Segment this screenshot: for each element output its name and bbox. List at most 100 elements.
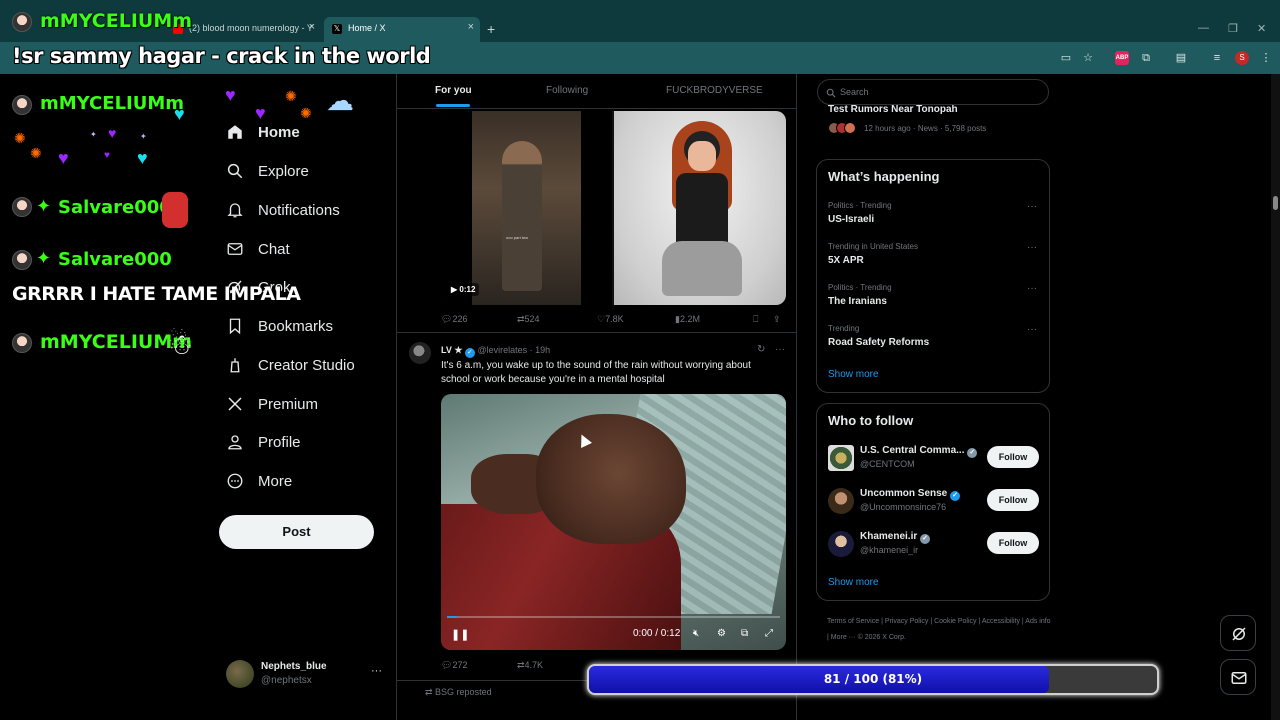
verified-badge-icon: ✓: [950, 491, 961, 501]
like-button[interactable]: ♡ 7.8K: [597, 314, 624, 325]
repost-button[interactable]: ⇄ 524: [517, 314, 540, 325]
follow-suggestion-name[interactable]: Uncommon Sense ✓: [860, 488, 961, 501]
show-more-link[interactable]: Show more: [828, 577, 879, 588]
overlay-chat-message: GRRRR I HATE TAME IMPALA: [12, 283, 301, 305]
avatar[interactable]: [409, 342, 431, 364]
video-caption: ooo part two: [506, 235, 529, 240]
account-switcher[interactable]: Nephets_blue @nephetsx ···: [226, 660, 386, 690]
grok-explain-icon[interactable]: ↻: [757, 344, 765, 355]
avatar[interactable]: [828, 488, 854, 514]
tab-title: Home / X: [348, 23, 386, 33]
more-icon[interactable]: ···: [1027, 283, 1037, 294]
panel-title: Who to follow: [828, 413, 914, 428]
mute-icon[interactable]: 🔇︎: [693, 628, 699, 639]
tab-custom-list[interactable]: FUCKBRODYVERSE: [666, 85, 763, 96]
restore-button[interactable]: ❐: [1228, 22, 1238, 35]
minimize-button[interactable]: —: [1198, 22, 1209, 34]
tweet-header: LV ★ ✓ @levirelates · 19h: [441, 345, 550, 358]
follow-suggestion-name[interactable]: U.S. Central Comma... ✓: [860, 445, 978, 458]
nav-notifications[interactable]: Notifications: [226, 195, 340, 225]
reply-button[interactable]: 💬︎ 226: [441, 314, 467, 325]
tab-following[interactable]: Following: [546, 85, 588, 96]
cloud-emoji-icon: ☁: [326, 85, 354, 116]
bookmark-icon[interactable]: ⎕: [753, 314, 758, 325]
nav-bookmarks[interactable]: Bookmarks: [226, 311, 333, 341]
overlay-chat-name: mMYCELIUMm: [40, 10, 193, 32]
pip-icon[interactable]: ⧉: [741, 628, 748, 639]
follow-button[interactable]: Follow: [987, 489, 1039, 511]
sidebar-icon[interactable]: ▤: [1174, 51, 1188, 65]
scrollbar-thumb[interactable]: [1273, 196, 1278, 210]
close-window-button[interactable]: ✕: [1257, 22, 1266, 35]
star-icon[interactable]: ☆: [1081, 51, 1095, 65]
nav-more[interactable]: More: [226, 466, 292, 496]
nav-premium[interactable]: Premium: [226, 389, 318, 419]
heart-emoji-icon: ♥: [104, 150, 110, 161]
browser-tab-x-home[interactable]: 𝕏 Home / X ×: [324, 17, 480, 42]
more-icon[interactable]: ···: [371, 665, 382, 677]
more-icon[interactable]: ···: [1027, 324, 1037, 335]
search-input[interactable]: Search: [817, 79, 1049, 105]
image-figure: [662, 241, 742, 296]
repost-label[interactable]: BSG reposted: [435, 687, 492, 697]
repost-button[interactable]: ⇄ 4.7K: [517, 660, 543, 671]
puzzle-icon[interactable]: ⧉: [1139, 51, 1153, 65]
nav-chat[interactable]: Chat: [226, 234, 290, 264]
show-more-link[interactable]: Show more: [828, 369, 879, 380]
nav-label: Bookmarks: [258, 317, 334, 335]
nav-explore[interactable]: Explore: [226, 156, 309, 186]
video-controls: ❚❚ 0:00 / 0:12 🔇︎ ⚙ ⧉ ⤢: [441, 624, 786, 646]
new-tab-button[interactable]: +: [487, 21, 495, 37]
cast-icon[interactable]: ▭: [1059, 51, 1073, 65]
grok-floating-button[interactable]: [1220, 615, 1256, 651]
more-icon[interactable]: ···: [775, 344, 785, 355]
mail-icon: [227, 243, 243, 255]
nav-profile[interactable]: Profile: [226, 427, 301, 457]
nav-creator-studio[interactable]: Creator Studio: [226, 350, 355, 380]
more-icon[interactable]: ···: [1027, 201, 1037, 212]
footer-links[interactable]: Terms of Service | Privacy Policy | Cook…: [827, 614, 1052, 646]
video-thumbnail[interactable]: ooo part two ▶ 0:12: [441, 111, 612, 305]
tweet-media[interactable]: ooo part two ▶ 0:12: [441, 111, 786, 305]
tweet-image[interactable]: [614, 111, 786, 305]
messages-floating-button[interactable]: [1220, 659, 1256, 695]
share-icon[interactable]: ⇪: [773, 314, 781, 325]
media-icon[interactable]: ≡: [1210, 51, 1224, 65]
news-headline[interactable]: Test Rumors Near Tonopah: [828, 104, 958, 115]
sparkle-green-icon: ✦: [36, 196, 52, 216]
tweet-time[interactable]: · 19h: [530, 345, 551, 355]
avatar[interactable]: [828, 531, 854, 557]
follow-button[interactable]: Follow: [987, 532, 1039, 554]
avatar[interactable]: [828, 445, 854, 471]
active-tab-indicator: [436, 104, 470, 107]
tab-close-icon[interactable]: ×: [309, 21, 315, 33]
overlay-chat-name: Salvare000: [58, 249, 172, 270]
tweet-video[interactable]: ❚❚ 0:00 / 0:12 🔇︎ ⚙ ⧉ ⤢: [441, 394, 786, 650]
menu-icon[interactable]: ⋮: [1259, 51, 1273, 65]
tab-close-icon[interactable]: ×: [468, 21, 474, 33]
flower-emoji-icon: ✺: [14, 130, 26, 146]
more-icon[interactable]: ···: [1027, 242, 1037, 253]
page-scrollbar[interactable]: [1271, 74, 1280, 720]
reply-button[interactable]: 💬︎ 272: [441, 660, 467, 671]
views-button[interactable]: ▮ 2.2M: [675, 314, 700, 325]
home-icon: [228, 125, 242, 139]
tweet-author-handle[interactable]: @levirelates: [477, 345, 527, 355]
news-meta: 12 hours ago · News · 5,798 posts: [864, 124, 987, 133]
fullscreen-icon[interactable]: ⤢: [765, 628, 773, 639]
nav-label: Creator Studio: [258, 356, 355, 374]
follow-button[interactable]: Follow: [987, 446, 1039, 468]
profile-icon[interactable]: S: [1235, 51, 1249, 65]
post-button[interactable]: Post: [219, 515, 374, 549]
trend-category: Trending: [828, 324, 860, 333]
settings-icon[interactable]: ⚙: [717, 628, 726, 639]
pause-icon[interactable]: ❚❚: [451, 628, 469, 641]
tab-for-you[interactable]: For you: [435, 85, 472, 96]
follow-suggestion-name[interactable]: Khamenei.ir ✓: [860, 531, 931, 544]
video-progress-bar[interactable]: [447, 616, 780, 618]
tweet-author-name[interactable]: LV ★: [441, 345, 462, 355]
abp-icon[interactable]: ABP: [1115, 51, 1129, 65]
nav-home[interactable]: Home: [226, 117, 300, 147]
trend-category: Politics · Trending: [828, 201, 892, 210]
nav-label: Home: [258, 123, 300, 141]
